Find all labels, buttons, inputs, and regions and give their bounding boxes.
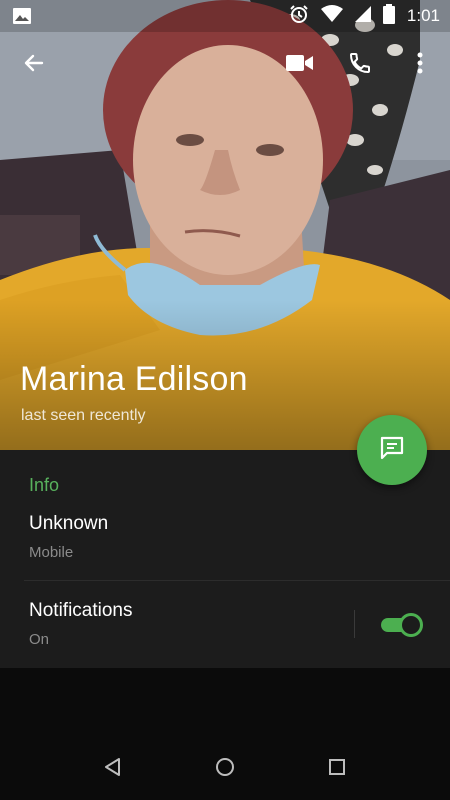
phone-row[interactable]: Unknown Mobile xyxy=(0,505,450,577)
notifications-row[interactable]: Notifications On xyxy=(0,585,350,665)
message-icon xyxy=(378,434,406,467)
nav-recents-button[interactable] xyxy=(317,754,357,784)
alarm-icon xyxy=(289,4,309,29)
image-notification-icon xyxy=(12,6,32,26)
status-time: 1:01 xyxy=(406,6,440,25)
nav-home-icon xyxy=(215,757,235,782)
notifications-label: Notifications xyxy=(29,600,133,621)
voice-call-button[interactable] xyxy=(336,40,384,90)
contact-name: Marina Edilson xyxy=(20,360,248,398)
info-section-title: Info xyxy=(29,475,60,495)
last-seen-status: last seen recently xyxy=(21,407,146,424)
phone-icon xyxy=(348,51,372,80)
empty-area xyxy=(0,668,450,728)
notifications-value: On xyxy=(29,631,50,648)
nav-back-button[interactable] xyxy=(92,754,132,784)
back-arrow-icon xyxy=(22,51,46,80)
more-options-button[interactable] xyxy=(396,40,444,90)
video-call-button[interactable] xyxy=(276,40,324,90)
nav-back-icon xyxy=(103,757,121,782)
status-bar: 1:01 xyxy=(0,0,450,32)
cell-signal-icon xyxy=(354,5,371,27)
phone-label: Mobile xyxy=(29,544,74,561)
phone-value: Unknown xyxy=(29,513,109,534)
toolbar xyxy=(0,40,450,90)
divider xyxy=(24,580,450,581)
vertical-separator xyxy=(354,610,355,638)
nav-home-button[interactable] xyxy=(205,754,245,784)
more-vertical-icon xyxy=(417,52,423,79)
back-button[interactable] xyxy=(10,40,58,90)
navigation-bar xyxy=(0,728,450,800)
battery-icon xyxy=(382,3,395,29)
video-call-icon xyxy=(286,53,314,78)
toggle-knob xyxy=(399,613,423,637)
nav-recents-icon xyxy=(328,758,346,781)
wifi-icon xyxy=(320,4,343,28)
send-message-button[interactable] xyxy=(357,415,427,485)
notifications-toggle[interactable] xyxy=(381,613,423,637)
